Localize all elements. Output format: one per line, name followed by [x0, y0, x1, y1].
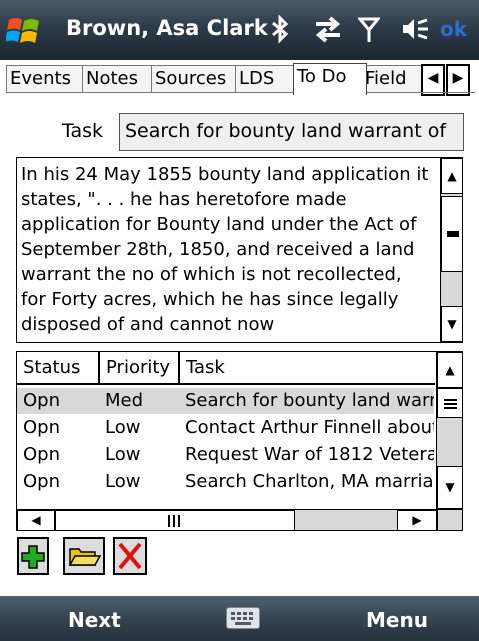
- list-row[interactable]: Opn Low Contact Arthur Finnell about: [17, 415, 434, 441]
- list-row[interactable]: Opn Med Search for bounty land warrant: [17, 388, 434, 414]
- notes-textarea[interactable]: In his 24 May 1855 bounty land applicati…: [16, 157, 463, 343]
- column-header-priority[interactable]: Priority: [100, 352, 180, 385]
- list-horizontal-scrollbar[interactable]: ◀ ▶: [17, 509, 437, 530]
- delete-icon: [118, 542, 142, 570]
- task-label: Task: [62, 120, 104, 142]
- list-scroll-right-button[interactable]: ▶: [397, 510, 437, 530]
- row-task: Search Charlton, MA marriage: [185, 471, 434, 491]
- keyboard-icon[interactable]: [226, 607, 260, 629]
- notes-text: In his 24 May 1855 bounty land applicati…: [21, 164, 429, 335]
- windows-start-icon[interactable]: [5, 14, 42, 48]
- add-task-button[interactable]: [17, 537, 49, 575]
- list-scroll-up-button[interactable]: ▲: [437, 352, 462, 388]
- next-softkey[interactable]: Next: [68, 608, 121, 632]
- scroll-corner: [437, 509, 462, 530]
- list-row[interactable]: Opn Low Search Charlton, MA marriage: [17, 469, 434, 491]
- list-vertical-scrollbar[interactable]: ▲ ▼: [436, 352, 462, 509]
- bluetooth-icon[interactable]: [268, 14, 292, 46]
- menu-softkey[interactable]: Menu: [366, 608, 428, 632]
- tab-strip: Events Notes Sources LDS To Do Field ◀ ▶: [6, 63, 475, 96]
- row-priority: Low: [105, 417, 141, 438]
- scroll-thumb[interactable]: [441, 196, 462, 272]
- row-status: Opn: [23, 390, 61, 411]
- row-priority: Low: [105, 444, 141, 465]
- list-hscroll-thumb[interactable]: [55, 510, 295, 530]
- row-status: Opn: [23, 417, 61, 438]
- delete-task-button[interactable]: [113, 537, 147, 575]
- list-row[interactable]: Opn Low Request War of 1812 Veteran: [17, 442, 434, 468]
- row-status: Opn: [23, 444, 61, 465]
- list-scroll-down-button[interactable]: ▼: [437, 466, 462, 509]
- window-title: Brown, Asa Clark: [66, 16, 268, 40]
- row-task: Search for bounty land warrant: [185, 390, 434, 411]
- scroll-up-button[interactable]: ▲: [441, 158, 462, 194]
- list-scroll-thumb[interactable]: [437, 388, 462, 418]
- row-status: Opn: [23, 471, 61, 491]
- notes-scrollbar[interactable]: ▲ ▼: [440, 158, 462, 342]
- open-task-button[interactable]: [63, 537, 105, 575]
- open-folder-icon: [68, 548, 102, 566]
- tab-notes[interactable]: Notes: [82, 65, 157, 93]
- scroll-down-button[interactable]: ▼: [441, 306, 462, 342]
- todo-list[interactable]: Status Priority Task Opn Med Search for …: [16, 351, 463, 531]
- signal-icon[interactable]: [356, 14, 382, 46]
- ok-button[interactable]: ok: [440, 17, 467, 41]
- row-priority: Low: [105, 471, 141, 491]
- row-task: Contact Arthur Finnell about: [185, 417, 434, 438]
- volume-icon[interactable]: [400, 14, 430, 46]
- column-header-task[interactable]: Task: [180, 352, 435, 385]
- column-header-status[interactable]: Status: [17, 352, 100, 385]
- tab-field[interactable]: Field: [361, 65, 427, 93]
- tab-events[interactable]: Events: [6, 65, 88, 93]
- row-priority: Med: [105, 390, 144, 411]
- row-task: Request War of 1812 Veteran: [185, 444, 434, 465]
- tab-lds[interactable]: LDS: [235, 65, 299, 93]
- list-scroll-left-button[interactable]: ◀: [17, 510, 55, 530]
- add-icon: [21, 545, 45, 569]
- task-input[interactable]: Search for bounty land warrant of: [119, 113, 464, 151]
- tab-sources[interactable]: Sources: [151, 65, 241, 93]
- data-transfer-icon[interactable]: [312, 14, 344, 46]
- tab-divider: [6, 92, 475, 93]
- tab-to-do[interactable]: To Do: [293, 63, 367, 95]
